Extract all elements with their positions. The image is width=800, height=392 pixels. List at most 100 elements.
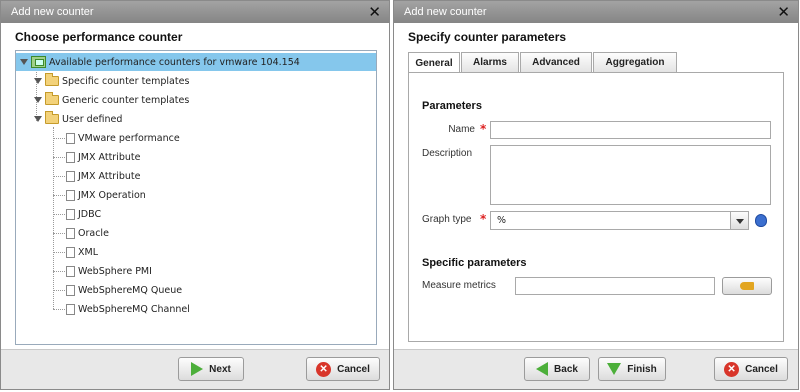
arrow-right-icon — [191, 362, 204, 376]
document-icon — [66, 303, 75, 315]
tree-leaf-item[interactable]: WebSphereMQ Channel — [66, 300, 190, 318]
folder-icon — [45, 111, 59, 124]
tree-connector — [53, 309, 65, 310]
tree-connector — [53, 233, 65, 234]
tree-connector — [53, 157, 65, 158]
chevron-down-icon[interactable] — [730, 212, 748, 229]
back-button-label: Back — [554, 363, 578, 375]
tree-folder-specific[interactable]: Specific counter templates — [34, 72, 189, 90]
tab-alarms[interactable]: Alarms — [461, 52, 519, 72]
document-icon — [66, 284, 75, 296]
measure-metrics-field[interactable] — [515, 277, 715, 295]
counter-parameters-dialog: Add new counter ✕ Specify counter parame… — [393, 0, 799, 390]
computer-icon — [31, 56, 46, 68]
graph-type-label: Graph type — [422, 214, 472, 225]
finish-button[interactable]: Finish — [598, 357, 666, 381]
choose-counter-dialog: Add new counter ✕ Choose performance cou… — [0, 0, 390, 390]
dialog-title: Add new counter — [11, 6, 94, 18]
key-icon — [740, 282, 754, 290]
expand-arrow-icon[interactable] — [34, 116, 42, 122]
tab-advanced[interactable]: Advanced — [520, 52, 592, 72]
tree-node-label: Specific counter templates — [62, 75, 190, 87]
tree-leaf-item[interactable]: XML — [66, 243, 98, 261]
cancel-icon: ✕ — [724, 361, 740, 377]
tree-leaf-item[interactable]: WebSphere PMI — [66, 262, 152, 280]
measure-metrics-label: Measure metrics — [422, 280, 496, 291]
tree-leaf-item[interactable]: JMX Operation — [66, 186, 146, 204]
close-icon[interactable]: ✕ — [368, 3, 381, 21]
expand-arrow-icon[interactable] — [20, 59, 28, 65]
tree-node-label: Oracle — [78, 227, 109, 239]
section-heading: Specify counter parameters — [408, 30, 567, 44]
arrow-left-icon — [536, 362, 549, 376]
browse-metrics-button[interactable] — [722, 277, 772, 295]
close-icon[interactable]: ✕ — [777, 3, 790, 21]
cancel-button[interactable]: ✕ Cancel — [714, 357, 788, 381]
help-shield-icon[interactable] — [755, 214, 767, 227]
required-mark: * — [480, 122, 487, 136]
tree-connector — [53, 214, 65, 215]
graph-type-select[interactable]: % — [490, 211, 749, 230]
dialog-title-bar: Add new counter ✕ — [1, 1, 389, 23]
tree-leaf-item[interactable]: Oracle — [66, 224, 109, 242]
folder-icon — [45, 73, 59, 86]
document-icon — [66, 227, 75, 239]
tree-root-node[interactable]: Available performance counters for vmwar… — [16, 53, 376, 71]
general-tab-panel: Parameters Name * Description Graph type… — [408, 72, 784, 342]
tree-folder-generic[interactable]: Generic counter templates — [34, 91, 189, 109]
tab-bar: General Alarms Advanced Aggregation — [408, 52, 678, 73]
specific-parameters-heading: Specific parameters — [422, 257, 527, 269]
name-label: Name — [448, 124, 475, 135]
tree-leaf-item[interactable]: JMX Attribute — [66, 167, 140, 185]
back-button[interactable]: Back — [524, 357, 590, 381]
tree-leaf-item[interactable]: JMX Attribute — [66, 148, 140, 166]
tree-node-label: VMware performance — [78, 132, 180, 144]
tree-node-label: User defined — [62, 113, 123, 125]
tree-connector — [53, 176, 65, 177]
cancel-button[interactable]: ✕ Cancel — [306, 357, 380, 381]
dialog-title-bar: Add new counter ✕ — [394, 1, 798, 23]
tab-general[interactable]: General — [408, 52, 460, 73]
dialog-footer: Next ✕ Cancel — [1, 349, 389, 389]
tree-connector — [53, 271, 65, 272]
tree-connector — [53, 138, 65, 139]
next-button[interactable]: Next — [178, 357, 244, 381]
tree-leaf-item[interactable]: WebSphereMQ Queue — [66, 281, 182, 299]
counter-tree: Available performance counters for vmwar… — [15, 50, 377, 345]
cancel-button-label: Cancel — [745, 363, 778, 375]
tree-leaf-item[interactable]: VMware performance — [66, 129, 180, 147]
tree-node-label: JMX Attribute — [78, 170, 141, 182]
tree-node-label: XML — [78, 246, 98, 258]
document-icon — [66, 132, 75, 144]
tree-guide-line — [53, 127, 54, 309]
tree-node-label: JMX Attribute — [78, 151, 141, 163]
required-mark: * — [480, 212, 487, 226]
section-heading: Choose performance counter — [15, 30, 183, 44]
document-icon — [66, 246, 75, 258]
tree-folder-user-defined[interactable]: User defined — [34, 110, 122, 128]
graph-type-value: % — [497, 215, 507, 226]
tree-node-label: JMX Operation — [78, 189, 146, 201]
tree-leaf-item[interactable]: JDBC — [66, 205, 101, 223]
dialog-title: Add new counter — [404, 6, 487, 18]
dialog-footer: Back Finish ✕ Cancel — [394, 349, 798, 389]
tree-connector — [53, 252, 65, 253]
expand-arrow-icon[interactable] — [34, 78, 42, 84]
expand-arrow-icon[interactable] — [34, 97, 42, 103]
document-icon — [66, 208, 75, 220]
finish-button-label: Finish — [627, 363, 657, 375]
tree-connector — [53, 195, 65, 196]
folder-icon — [45, 92, 59, 105]
next-button-label: Next — [209, 363, 231, 375]
tree-node-label: WebSphereMQ Queue — [78, 284, 183, 296]
tab-aggregation[interactable]: Aggregation — [593, 52, 677, 72]
cancel-icon: ✕ — [316, 361, 332, 377]
name-field[interactable] — [490, 121, 771, 139]
tree-node-label: Available performance counters for vmwar… — [49, 56, 300, 68]
tree-node-label: JDBC — [78, 208, 102, 220]
tree-node-label: WebSphere PMI — [78, 265, 152, 277]
tree-node-label: WebSphereMQ Channel — [78, 303, 190, 315]
document-icon — [66, 265, 75, 277]
arrow-down-icon — [607, 363, 622, 375]
description-field[interactable] — [490, 145, 771, 205]
